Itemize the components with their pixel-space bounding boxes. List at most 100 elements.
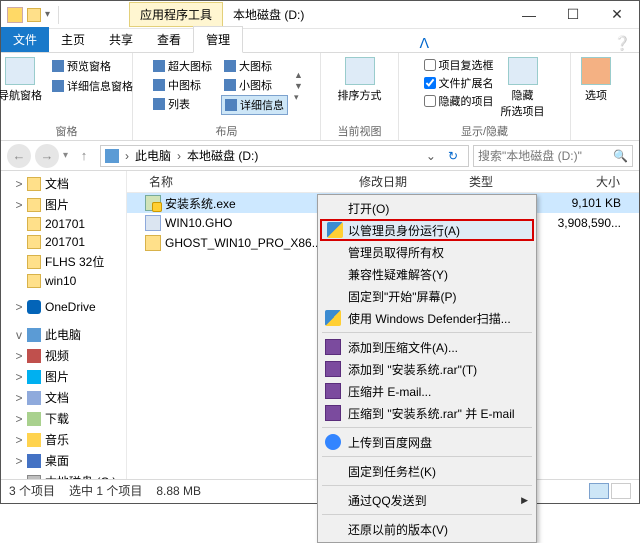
close-button[interactable]: ✕ — [595, 1, 639, 29]
ribbon-group-show-hide: 显示/隐藏 — [461, 121, 508, 140]
menu-item[interactable]: 添加到 "安装系统.rar"(T) — [320, 358, 534, 380]
options-icon — [581, 57, 611, 85]
view-medium-icons[interactable]: 中图标 — [150, 76, 215, 94]
view-small-icons[interactable]: 小图标 — [221, 76, 288, 94]
menu-item[interactable]: 上传到百度网盘 — [320, 431, 534, 453]
tree-node[interactable]: >桌面 — [1, 450, 126, 471]
tree-node[interactable]: >图片 — [1, 194, 126, 215]
tree-label: 201701 — [45, 217, 85, 231]
music-icon — [27, 433, 41, 447]
tree-node[interactable]: >下载 — [1, 408, 126, 429]
tab-home[interactable]: 主页 — [49, 27, 97, 52]
menu-label: 兼容性疑难解答(Y) — [348, 266, 448, 283]
view-details[interactable]: 详细信息 — [221, 95, 288, 115]
qat-dropdown-icon[interactable]: ▾ — [45, 9, 50, 20]
rar-icon — [325, 339, 341, 355]
menu-item[interactable]: 以管理员身份运行(A) — [320, 219, 534, 241]
tree-node[interactable]: >OneDrive — [1, 298, 126, 316]
crumb-this-pc[interactable]: 此电脑 — [135, 147, 171, 164]
app-icon[interactable] — [7, 7, 23, 23]
tree-node[interactable]: FLHS 32位 — [1, 251, 126, 272]
col-size[interactable]: 大小 — [545, 173, 639, 190]
sort-by-button[interactable]: 排序方式 — [337, 57, 383, 103]
tree-node[interactable]: 201701 — [1, 215, 126, 233]
forward-button[interactable]: → — [35, 144, 59, 168]
chevron-icon[interactable]: › — [123, 149, 131, 163]
title-bar: ▾ 应用程序工具 本地磁盘 (D:) — ☐ ✕ — [1, 1, 639, 29]
layout-up-icon[interactable]: ▲ — [294, 70, 303, 80]
chevron-icon[interactable]: › — [175, 149, 183, 163]
folder-icon[interactable] — [27, 8, 41, 22]
tree-node[interactable]: win10 — [1, 272, 126, 290]
address-bar[interactable]: › 此电脑 › 本地磁盘 (D:) ⌄ ↻ — [100, 145, 469, 167]
menu-item[interactable]: 压缩并 E-mail... — [320, 380, 534, 402]
folder-icon — [27, 274, 41, 288]
view-list[interactable]: 列表 — [150, 95, 215, 113]
help-icon[interactable]: ❔ — [606, 35, 639, 52]
maximize-button[interactable]: ☐ — [551, 1, 595, 29]
minimize-button[interactable]: — — [507, 1, 551, 29]
tree-node[interactable]: 201701 — [1, 233, 126, 251]
tree-node[interactable]: >文档 — [1, 173, 126, 194]
tree-label: 音乐 — [45, 431, 69, 448]
menu-item[interactable]: 固定到"开始"屏幕(P) — [320, 285, 534, 307]
column-headers: 名称 修改日期 类型 大小 — [127, 171, 639, 193]
col-type[interactable]: 类型 — [461, 173, 545, 190]
tree-node[interactable]: >视频 — [1, 345, 126, 366]
nav-pane-button[interactable]: 导航窗格 — [0, 57, 43, 103]
chevron-down-icon[interactable]: ⌄ — [424, 149, 438, 163]
options-button[interactable]: 选项 — [573, 57, 619, 103]
menu-item[interactable]: 管理员取得所有权 — [320, 241, 534, 263]
address-bar-row: ← → ▾ ↑ › 此电脑 › 本地磁盘 (D:) ⌄ ↻ 搜索"本地磁盘 (D… — [1, 141, 639, 171]
details-pane-button[interactable]: 详细信息窗格 — [49, 77, 136, 95]
menu-item[interactable]: 固定到任务栏(K) — [320, 460, 534, 482]
chk-hidden-items[interactable]: 隐藏的项目 — [424, 93, 494, 109]
tree-node[interactable]: >图片 — [1, 366, 126, 387]
menu-item[interactable]: 打开(O) — [320, 197, 534, 219]
tab-file[interactable]: 文件 — [1, 27, 49, 52]
chk-file-extensions[interactable]: 文件扩展名 — [424, 75, 494, 91]
tab-view[interactable]: 查看 — [145, 27, 193, 52]
tab-share[interactable]: 共享 — [97, 27, 145, 52]
contextual-tab-app-tools[interactable]: 应用程序工具 — [129, 2, 223, 27]
col-name[interactable]: 名称 — [141, 173, 351, 190]
search-box[interactable]: 搜索"本地磁盘 (D:)" 🔍 — [473, 145, 633, 167]
desk-icon — [27, 454, 41, 468]
tree-node[interactable]: v此电脑 — [1, 324, 126, 345]
layout-down-icon[interactable]: ▼ — [294, 81, 303, 91]
recent-locations-icon[interactable]: ▾ — [63, 150, 68, 161]
navigation-tree[interactable]: >文档>图片201701201701FLHS 32位win10>OneDrive… — [1, 171, 127, 479]
view-toggle-details[interactable] — [589, 483, 609, 499]
tree-node[interactable]: >文档 — [1, 387, 126, 408]
status-item-count: 3 个项目 — [9, 482, 55, 499]
preview-pane-button[interactable]: 预览窗格 — [49, 57, 136, 75]
menu-item[interactable]: 通过QQ发送到 — [320, 489, 534, 511]
tree-node[interactable]: >本地磁盘 (C:) — [1, 471, 126, 479]
chk-item-checkboxes[interactable]: 项目复选框 — [424, 57, 494, 73]
menu-item[interactable]: 压缩到 "安装系统.rar" 并 E-mail — [320, 402, 534, 424]
view-xlarge-icons[interactable]: 超大图标 — [150, 57, 215, 75]
list-icon — [153, 98, 165, 110]
view-toggle-icons[interactable] — [611, 483, 631, 499]
details-icon — [225, 99, 237, 111]
hide-selected-button[interactable]: 隐藏 所选项目 — [500, 57, 546, 119]
layout-more-icon[interactable]: ▾ — [294, 92, 303, 103]
menu-item[interactable]: 使用 Windows Defender扫描... — [320, 307, 534, 329]
file-size: 3,908,590... — [545, 216, 639, 230]
menu-label: 上传到百度网盘 — [348, 434, 432, 451]
menu-item[interactable]: 添加到压缩文件(A)... — [320, 336, 534, 358]
onedrive-icon — [27, 300, 41, 314]
baidu-icon — [325, 434, 341, 450]
menu-item[interactable]: 兼容性疑难解答(Y) — [320, 263, 534, 285]
back-button[interactable]: ← — [7, 144, 31, 168]
tab-manage[interactable]: 管理 — [193, 26, 243, 53]
refresh-icon[interactable]: ↻ — [442, 149, 464, 163]
search-icon: 🔍 — [613, 149, 628, 163]
col-date[interactable]: 修改日期 — [351, 173, 461, 190]
tree-node[interactable]: >音乐 — [1, 429, 126, 450]
up-button[interactable]: ↑ — [72, 144, 96, 168]
view-large-icons[interactable]: 大图标 — [221, 57, 288, 75]
ribbon-collapse-icon[interactable]: ᐱ — [412, 35, 438, 52]
menu-item[interactable]: 还原以前的版本(V) — [320, 518, 534, 540]
crumb-drive[interactable]: 本地磁盘 (D:) — [187, 147, 258, 164]
